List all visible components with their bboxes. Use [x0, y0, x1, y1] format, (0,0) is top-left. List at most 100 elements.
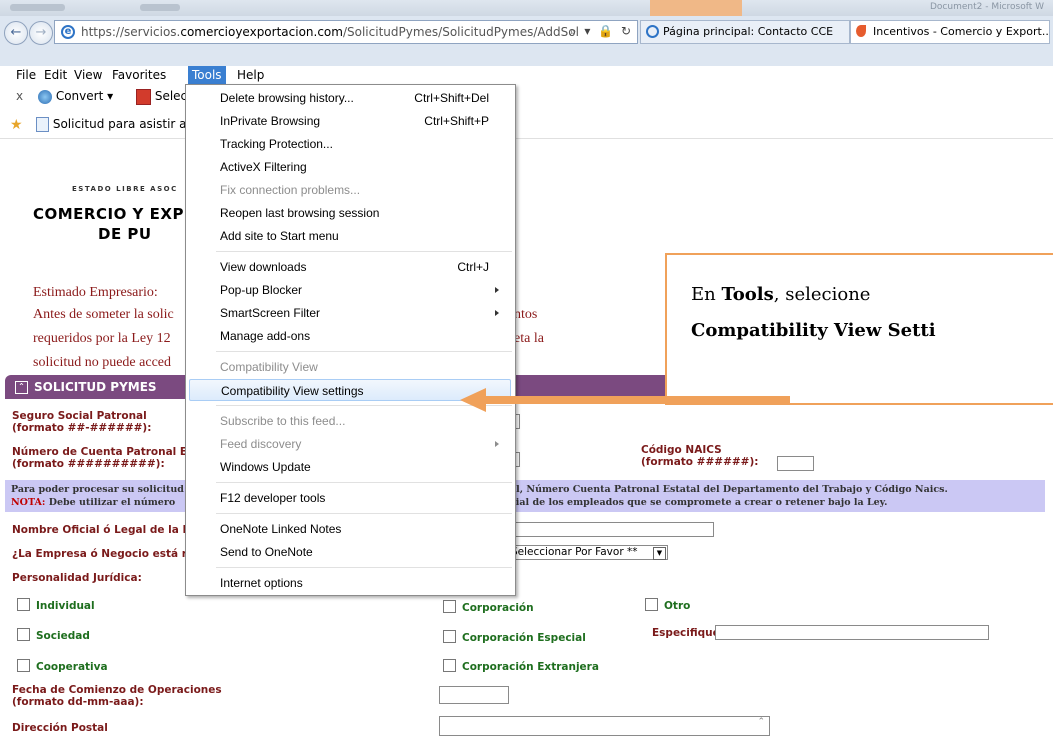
menu-item-label: Feed discovery — [220, 437, 302, 451]
menu-view[interactable]: View — [70, 66, 106, 84]
menu-item-label: Tracking Protection... — [220, 137, 333, 151]
cooperativa-checkbox[interactable] — [17, 659, 30, 672]
tools-menu: Delete browsing history... Ctrl+Shift+Del… — [185, 84, 516, 596]
menu-help[interactable]: Help — [233, 66, 268, 84]
tools-menu-item[interactable]: Add site to Start menu — [186, 225, 515, 247]
menu-item-label: View downloads — [220, 260, 307, 274]
menu-tools[interactable]: Tools — [188, 66, 226, 84]
nota-text-2-end: cial de los empleados que se compromete … — [510, 497, 888, 508]
nota-text-1-end: al, Número Cuenta Patronal Estatal del D… — [510, 484, 948, 495]
individual-checkbox[interactable] — [17, 598, 30, 611]
tools-menu-item[interactable]: Windows Update — [186, 456, 515, 478]
address-tools-icons[interactable]: ⌕ ▾ 🔒 ↻ — [570, 24, 633, 39]
back-button[interactable]: ← — [4, 21, 28, 45]
menu-item-label: Delete browsing history... — [220, 91, 354, 105]
corp-especial-label: Corporación Especial — [462, 632, 586, 644]
corporacion-label: Corporación — [462, 602, 534, 614]
tools-menu-item[interactable]: Internet options — [186, 572, 515, 594]
corp-extranjera-checkbox[interactable] — [443, 659, 456, 672]
menu-item-label: Manage add-ons — [220, 329, 311, 343]
quick-access-toolbar — [10, 4, 65, 11]
collapse-icon[interactable]: ⌃ — [15, 381, 28, 394]
menu-favorites[interactable]: Favorites — [108, 66, 170, 84]
nota-text-2: Debe utilizar el número — [48, 497, 176, 508]
cooperativa-label: Cooperativa — [36, 661, 108, 673]
tools-menu-item[interactable]: Manage add-ons — [186, 325, 515, 347]
greeting: Estimado Empresario: — [33, 285, 158, 300]
tools-menu-item[interactable]: OneNote Linked Notes — [186, 518, 515, 540]
tools-menu-item[interactable]: Send to OneNote — [186, 541, 515, 563]
menu-item-label: Compatibility View — [220, 360, 318, 374]
cuenta-label: Número de Cuenta Patronal E (formato ####… — [12, 446, 188, 470]
tools-menu-item[interactable]: SmartScreen Filter — [186, 302, 515, 324]
tools-menu-item: Feed discovery — [186, 433, 515, 455]
instruction-callout: En Tools, selecione Compatibility View S… — [665, 253, 1053, 405]
corp-especial-checkbox[interactable] — [443, 630, 456, 643]
convert-icon — [38, 89, 52, 104]
intro-line-1-end: ntos — [514, 307, 538, 322]
menu-item-label: SmartScreen Filter — [220, 306, 321, 320]
menu-item-label: Reopen last browsing session — [220, 206, 380, 220]
tab-pagina-principal[interactable]: Página principal: Contacto CCE — [640, 20, 850, 44]
window-title: Document2 - Microsoft W — [930, 2, 1045, 12]
menu-separator — [216, 513, 512, 514]
page-icon — [36, 117, 49, 132]
convert-label: Convert — [55, 89, 104, 103]
menu-item-label: ActiveX Filtering — [220, 160, 307, 174]
favorites-star-icon[interactable]: ★ — [10, 114, 23, 135]
nombre-label: Nombre Oficial ó Legal de la E — [12, 524, 190, 536]
close-toolbar-button[interactable]: x — [16, 86, 23, 106]
direccion-label: Dirección Postal — [12, 722, 108, 734]
callout-line-2: Compatibility View Setti — [691, 320, 936, 341]
favorites-bar: ★ Solicitud para asistir a lo — [0, 110, 1053, 139]
menu-item-label: Pop-up Blocker — [220, 283, 303, 297]
chevron-down-icon: ▼ — [653, 547, 666, 560]
naics-input[interactable] — [777, 456, 814, 471]
otro-checkbox[interactable] — [645, 598, 658, 611]
corporacion-checkbox[interactable] — [443, 600, 456, 613]
corp-extranjera-label: Corporación Extranjera — [462, 661, 599, 673]
tab-title: Página principal: Contacto CCE — [663, 25, 834, 38]
submenu-arrow-icon — [495, 287, 499, 293]
menu-item-label: OneNote Linked Notes — [220, 522, 342, 536]
tools-menu-item[interactable]: View downloads Ctrl+J — [186, 256, 515, 278]
favorite-link[interactable]: Solicitud para asistir a lo — [36, 114, 201, 134]
nombre-input[interactable] — [508, 522, 714, 537]
tools-menu-item: Fix connection problems... — [186, 179, 515, 201]
personalidad-label: Personalidad Jurídica: — [12, 572, 142, 584]
submenu-arrow-icon — [495, 310, 499, 316]
intro-line-1: Antes de someter la solic — [33, 307, 174, 322]
forward-button[interactable]: → — [29, 21, 53, 45]
especifique-input[interactable] — [715, 625, 989, 640]
select-button[interactable]: Select — [136, 86, 192, 106]
ie-tab-icon — [646, 25, 659, 38]
site-favicon-icon — [856, 25, 866, 37]
empresa-label: ¿La Empresa ó Negocio está re — [12, 548, 195, 560]
tools-menu-item[interactable]: InPrivate Browsing Ctrl+Shift+P — [186, 110, 515, 132]
scroll-up-icon[interactable]: ⌃ — [757, 717, 765, 727]
individual-label: Individual — [36, 600, 95, 612]
menu-item-label: Subscribe to this feed... — [220, 414, 346, 428]
tools-menu-item[interactable]: F12 developer tools — [186, 487, 515, 509]
tools-menu-item[interactable]: Delete browsing history... Ctrl+Shift+Del — [186, 87, 515, 109]
sociedad-label: Sociedad — [36, 630, 90, 642]
tools-menu-item[interactable]: Pop-up Blocker — [186, 279, 515, 301]
tools-menu-item[interactable]: Reopen last browsing session — [186, 202, 515, 224]
menu-separator — [216, 567, 512, 568]
direccion-textarea[interactable]: ⌃ — [439, 716, 770, 736]
sociedad-checkbox[interactable] — [17, 628, 30, 641]
select-icon — [136, 88, 151, 105]
otro-label: Otro — [664, 600, 691, 612]
menu-file[interactable]: File — [12, 66, 40, 84]
window-title-strip: Document2 - Microsoft W — [0, 0, 1053, 16]
agency-subtitle: DE PU — [98, 225, 152, 243]
tab-incentivos[interactable]: Incentivos - Comercio y Export... — [850, 20, 1050, 44]
tools-menu-item[interactable]: ActiveX Filtering — [186, 156, 515, 178]
select-value: Seleccionar Por Favor ** — [511, 546, 638, 558]
convert-button[interactable]: Convert ▾ — [38, 86, 113, 106]
fecha-input[interactable] — [439, 686, 509, 704]
tools-menu-item[interactable]: Tracking Protection... — [186, 133, 515, 155]
address-bar[interactable]: e https://servicios.comercioyexportacion… — [54, 20, 638, 44]
menu-edit[interactable]: Edit — [40, 66, 71, 84]
empresa-select[interactable]: Seleccionar Por Favor ** ▼ — [502, 545, 668, 560]
